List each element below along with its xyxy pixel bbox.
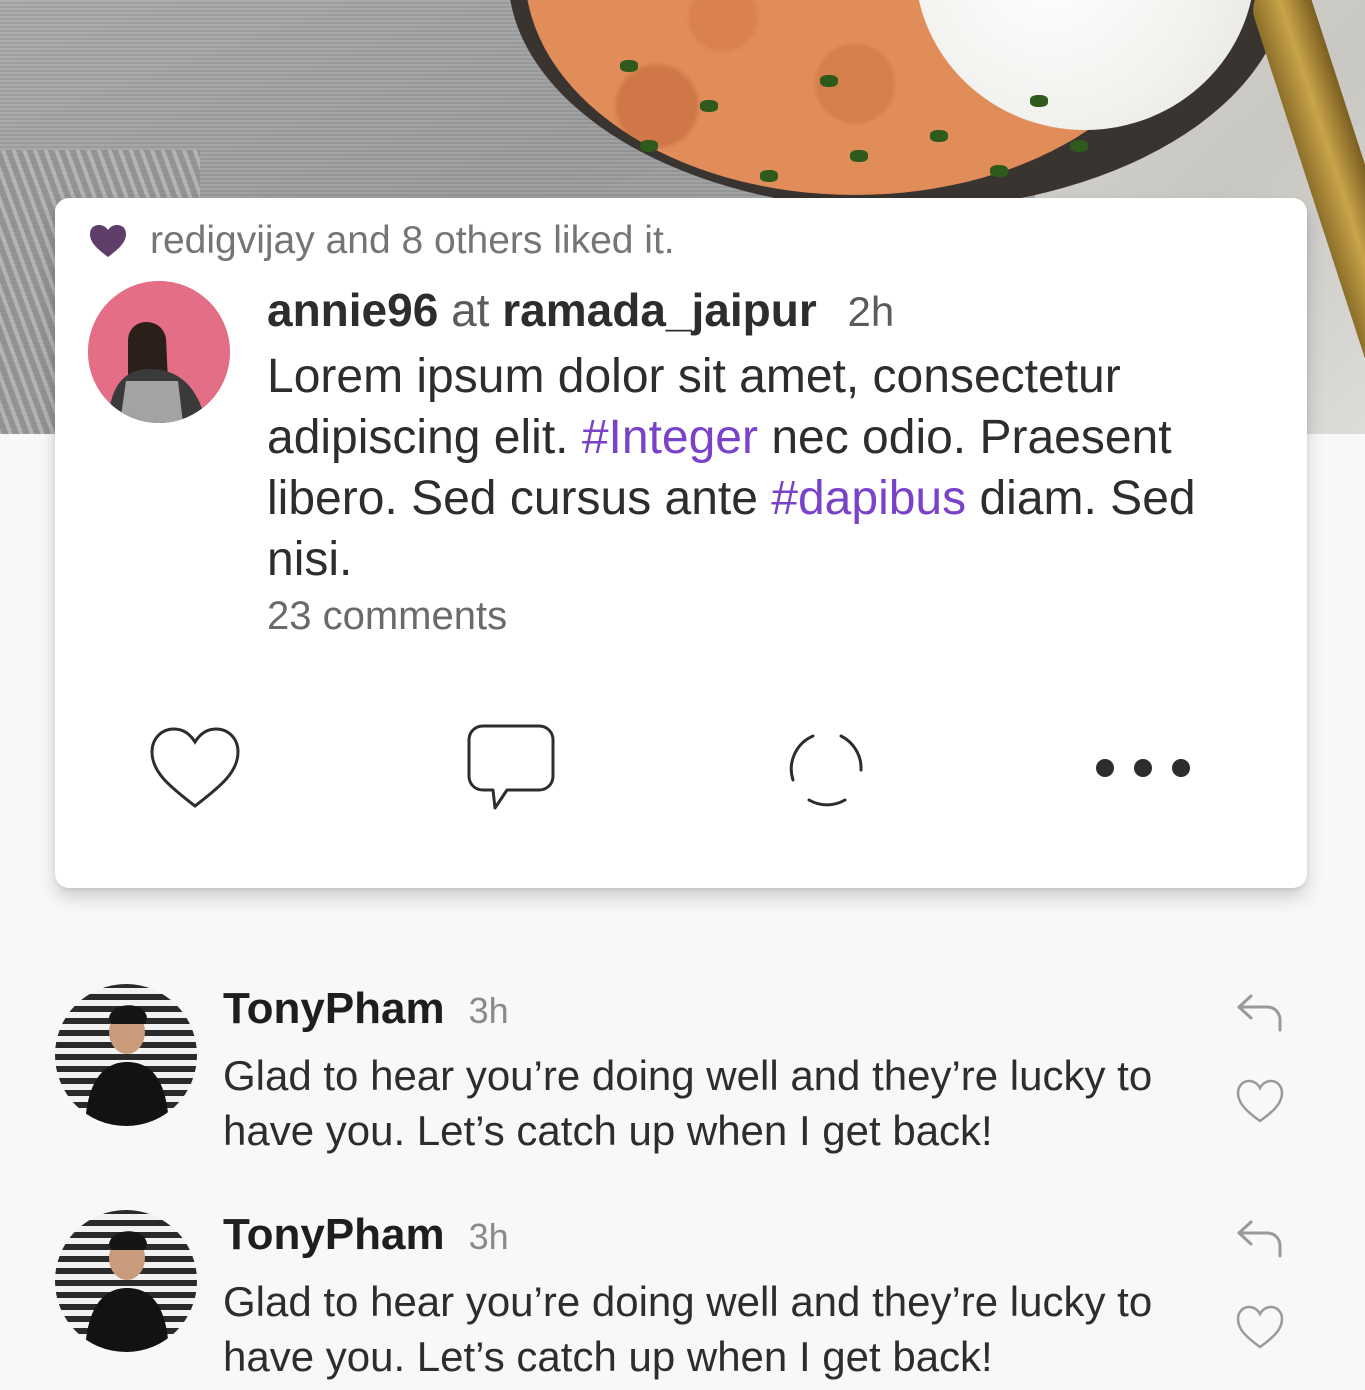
post-timestamp: 2h bbox=[847, 288, 895, 335]
comment-timestamp: 3h bbox=[468, 1216, 509, 1257]
comment-bubble-icon bbox=[467, 724, 555, 810]
herb-garnish bbox=[620, 60, 638, 72]
hashtag-link[interactable]: #Integer bbox=[582, 411, 758, 464]
post-actions-bar bbox=[55, 718, 1307, 818]
more-options-icon bbox=[1096, 759, 1190, 777]
comment-button[interactable] bbox=[461, 718, 561, 818]
comment-username[interactable]: TonyPham bbox=[223, 1210, 445, 1259]
post-card: redigvijay and 8 others liked it. annie9… bbox=[55, 198, 1307, 888]
comment-author: TonyPham 3h bbox=[223, 1210, 509, 1260]
post-text: Lorem ipsum dolor sit amet, consectetur … bbox=[267, 346, 1277, 590]
heart-icon bbox=[150, 727, 240, 808]
likes-text[interactable]: redigvijay and 8 others liked it. bbox=[150, 219, 675, 263]
heart-outline-icon bbox=[1236, 1079, 1284, 1123]
comment-text: Glad to hear you’re doing well and they’… bbox=[223, 1278, 1153, 1380]
hashtag-link[interactable]: #dapibus bbox=[771, 472, 966, 525]
likes-summary: redigvijay and 8 others liked it. bbox=[88, 216, 675, 266]
comment-item: TonyPham 3h Glad to hear you’re doing wel… bbox=[55, 984, 1315, 1164]
comment-like-button[interactable] bbox=[1235, 1078, 1285, 1124]
more-options-button[interactable] bbox=[1093, 718, 1193, 818]
comment-item: TonyPham 3h Glad to hear you’re doing wel… bbox=[55, 1210, 1315, 1390]
herb-garnish bbox=[640, 140, 658, 152]
herb-garnish bbox=[990, 165, 1008, 177]
avatar-photo bbox=[85, 1005, 169, 1126]
comment-text: Glad to hear you’re doing well and they’… bbox=[223, 1052, 1153, 1154]
loading-spinner-icon bbox=[789, 734, 863, 807]
reply-icon bbox=[1237, 994, 1282, 1032]
comment-timestamp: 3h bbox=[468, 990, 509, 1031]
share-button[interactable] bbox=[777, 718, 877, 818]
herb-garnish bbox=[930, 130, 948, 142]
heart-outline-icon bbox=[1236, 1305, 1284, 1349]
herb-garnish bbox=[760, 170, 778, 182]
herb-garnish bbox=[850, 150, 868, 162]
reply-button[interactable] bbox=[1235, 1216, 1285, 1260]
herb-garnish bbox=[1070, 140, 1088, 152]
commenter-avatar[interactable] bbox=[55, 984, 197, 1126]
location-name[interactable]: ramada_jaipur bbox=[502, 284, 816, 336]
comment-username[interactable]: TonyPham bbox=[223, 984, 445, 1033]
post-header: annie96 at ramada_jaipur 2h bbox=[267, 283, 894, 337]
comment-author: TonyPham 3h bbox=[223, 984, 509, 1034]
avatar-photo bbox=[88, 281, 230, 423]
herb-garnish bbox=[1030, 95, 1048, 107]
like-button[interactable] bbox=[145, 718, 245, 818]
herb-garnish bbox=[700, 100, 718, 112]
comments-count-link[interactable]: 23 comments bbox=[267, 594, 507, 639]
avatar-photo bbox=[85, 1231, 169, 1352]
reply-icon bbox=[1237, 1220, 1282, 1258]
author-avatar[interactable] bbox=[88, 281, 230, 423]
comment-like-button[interactable] bbox=[1235, 1304, 1285, 1350]
filled-heart-icon bbox=[90, 225, 126, 257]
reply-button[interactable] bbox=[1235, 990, 1285, 1034]
author-username[interactable]: annie96 bbox=[267, 284, 438, 336]
at-word: at bbox=[451, 284, 490, 336]
herb-garnish bbox=[820, 75, 838, 87]
commenter-avatar[interactable] bbox=[55, 1210, 197, 1352]
